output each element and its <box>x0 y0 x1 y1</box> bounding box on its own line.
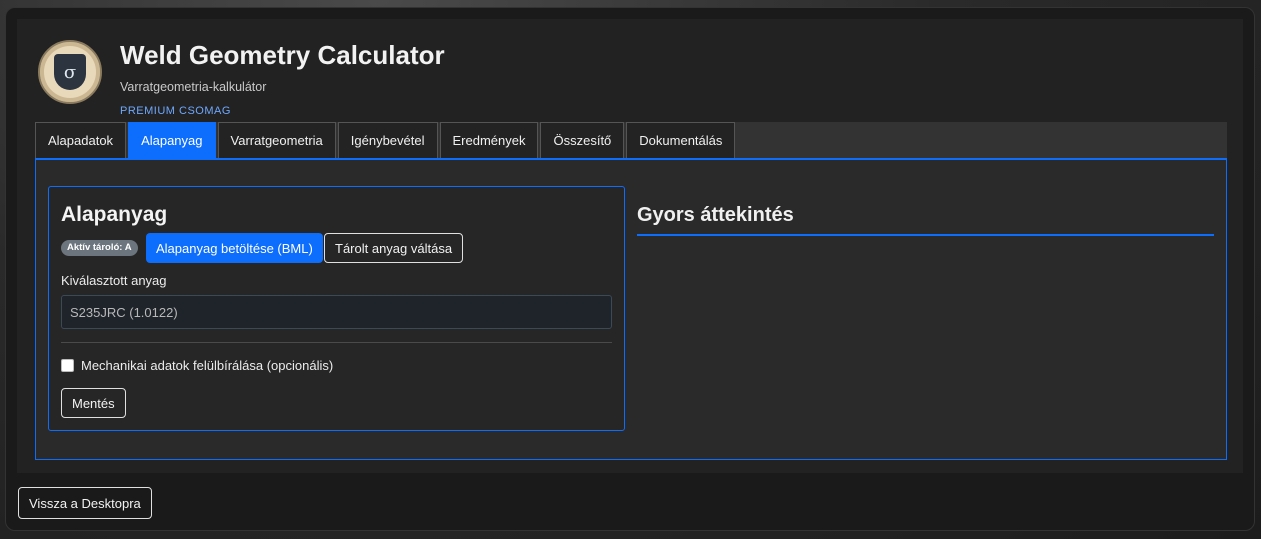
tab-varratgeometria[interactable]: Varratgeometria <box>217 122 336 158</box>
material-card-title: Alapanyag <box>61 203 168 226</box>
overview-divider <box>637 234 1214 236</box>
overview-title: Gyors áttekintés <box>637 204 794 226</box>
tab-content: Alapanyag Aktív tároló: A Alapanyag betö… <box>35 160 1227 460</box>
active-storage-badge: Aktív tároló: A <box>61 240 138 256</box>
tab-alapadatok[interactable]: Alapadatok <box>35 122 127 158</box>
sigma-shield-icon: σ <box>54 54 86 90</box>
tier-label: PREMIUM CSOMAG <box>120 105 231 117</box>
tab-dokumentalas[interactable]: Dokumentálás <box>626 122 736 158</box>
app-window: σ Weld Geometry Calculator Varratgeometr… <box>5 7 1255 531</box>
load-material-button[interactable]: Alapanyag betöltése (BML) <box>146 233 323 263</box>
tab-bar: Alapadatok Alapanyag Varratgeometria Igé… <box>35 122 1227 160</box>
tab-osszesito[interactable]: Összesítő <box>540 122 625 158</box>
save-button[interactable]: Mentés <box>61 388 126 418</box>
switch-material-button[interactable]: Tárolt anyag váltása <box>324 233 464 263</box>
material-card: Alapanyag Aktív tároló: A Alapanyag betö… <box>48 186 625 431</box>
override-checkbox[interactable] <box>61 359 74 372</box>
app-subtitle: Varratgeometria-kalkulátor <box>120 80 267 94</box>
app-title: Weld Geometry Calculator <box>120 40 445 70</box>
divider <box>61 342 612 343</box>
tab-eredmenyek[interactable]: Eredmények <box>439 122 539 158</box>
tab-igenybevetel[interactable]: Igénybevétel <box>337 122 438 158</box>
app-logo: σ <box>38 40 102 104</box>
tab-alapanyag[interactable]: Alapanyag <box>128 122 216 158</box>
main-panel: σ Weld Geometry Calculator Varratgeometr… <box>17 19 1243 473</box>
back-to-desktop-button[interactable]: Vissza a Desktopra <box>18 487 152 519</box>
selected-material-field[interactable] <box>61 295 612 329</box>
override-checkbox-label[interactable]: Mechanikai adatok felülbírálása (opcioná… <box>81 358 333 373</box>
selected-material-label: Kiválasztott anyag <box>61 273 167 288</box>
